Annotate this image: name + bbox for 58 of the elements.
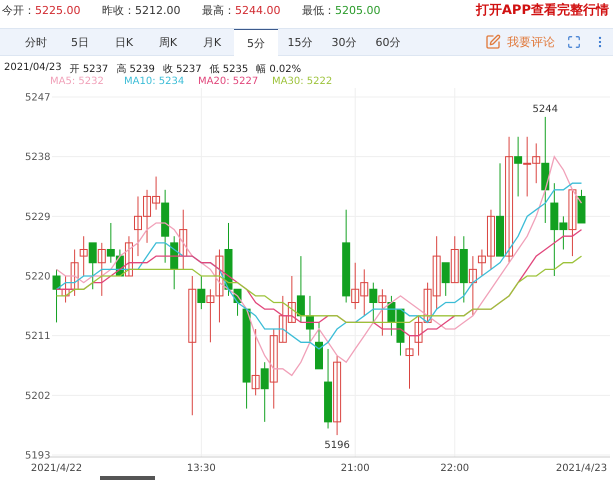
candlestick [80,236,88,276]
ma-legend-text: MA5: 5232 [50,76,105,88]
candlestick [414,315,423,356]
y-axis-label: 5211 [25,331,50,342]
candlestick [378,288,386,336]
ohlc-text: 高 5239 [116,62,155,76]
scrollbar-thumb[interactable] [100,476,155,480]
quote-text: 昨收：5212.00 [102,2,182,18]
ohlc-text: 低 5235 [210,63,248,76]
candlestick [260,362,269,422]
candlestick [98,242,106,296]
quote-text: 今开：5225.00 [2,2,82,18]
period-tab[interactable]: 5分 [234,29,278,56]
period-tab[interactable]: 周K [146,29,190,56]
ohlc-text: 幅 0.02% [256,63,302,76]
period-tab[interactable]: 5日 [58,29,102,56]
ma-legend-text: MA30: 5222 [272,76,334,88]
x-axis-label: 2021/4/22 [30,463,82,474]
ohlc-text: 收 5237 [162,63,202,76]
open-app-link[interactable]: 打开APP查看完整行情 [476,1,609,20]
candlestick [296,256,305,323]
x-axis-label: 22:00 [440,463,470,474]
candlestick [179,209,188,270]
period-tab[interactable]: 月K [190,29,234,56]
date-text: 2021/04/23 [4,62,62,76]
y-axis-label: 5193 [25,450,50,462]
edit-icon [485,34,501,50]
y-axis-label: 5220 [25,272,50,282]
ohlc-text: 开 5237 [70,63,108,76]
candlestick [306,295,314,343]
candlestick [396,308,404,356]
y-axis-label: 5202 [25,390,50,402]
price-annotation: 5244 [532,104,558,115]
price-annotation: 5196 [324,440,350,452]
ma-legend-text: MA20: 5227 [198,76,260,88]
x-axis-label: 21:00 [340,463,370,474]
ma-legend-text: MA10: 5234 [124,76,186,88]
quote-text: 最高：5244.00 [202,2,282,18]
period-tab[interactable]: 30分 [322,29,366,56]
candlestick [460,236,468,304]
period-tab[interactable]: 日K [102,29,146,56]
y-axis-label: 5229 [25,212,50,223]
candlestick [88,242,97,290]
fullscreen-icon [567,35,581,50]
candlestick [170,236,178,290]
candlestick [288,276,296,323]
y-axis-label: 5238 [25,152,50,164]
candlestick [387,295,396,336]
quote-text: 最低：5205.00 [302,2,382,18]
period-tab[interactable]: 分时 [14,29,58,56]
candlestick [450,236,459,284]
period-tab[interactable]: 15分 [278,29,322,56]
y-axis-label: 5247 [25,92,50,104]
x-axis-label: 13:30 [186,463,216,474]
candlestick [369,282,378,323]
x-axis-label: 2021/4/23 [556,463,608,474]
period-tab[interactable]: 60分 [366,29,410,56]
candlestick [360,268,368,316]
